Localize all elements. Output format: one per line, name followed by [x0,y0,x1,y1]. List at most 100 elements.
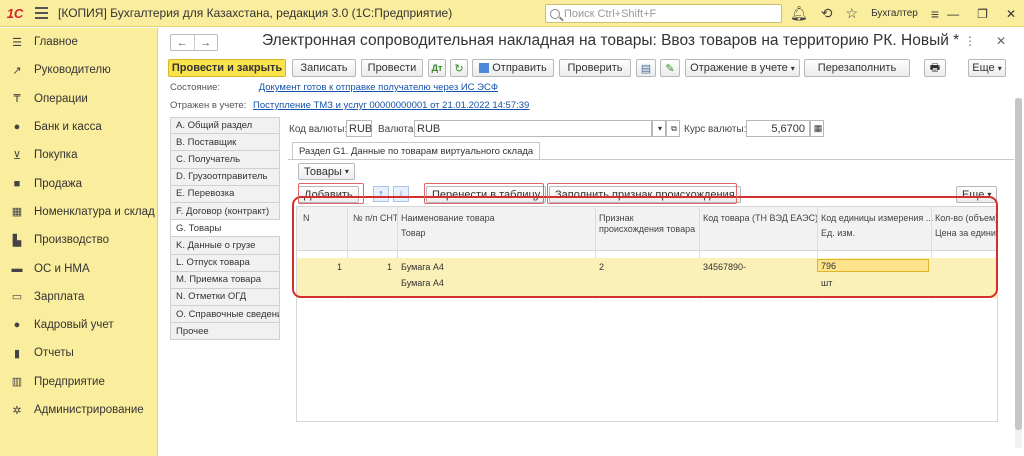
reflect-dropdown[interactable]: Отражение в учете ▾ [685,59,800,77]
sidebar-item-bank[interactable]: ● Банк и касса [0,113,157,141]
currency-field[interactable]: RUB [414,120,652,137]
sidebar-item-sales[interactable]: ■ Продажа [0,169,157,197]
sidebar-item-reports[interactable]: ▮ Отчеты [0,339,157,367]
search-input[interactable]: Поиск Ctrl+Shift+F [545,4,782,23]
section-item[interactable]: E. Перевозка [170,185,280,203]
back-arrow-icon[interactable]: ← [171,35,195,50]
section-item[interactable]: K. Данные о грузе [170,237,280,255]
save-button[interactable]: Записать [292,59,356,77]
goods-dropdown[interactable]: Товары ▾ [298,163,355,180]
chevron-down-icon: ▾ [997,63,1002,73]
sidebar-item-operations[interactable]: ₸ Операции [0,85,157,113]
goods-table: N № п/п СНТ Наименование товара Товар Пр… [296,206,998,422]
rate-label: Курс валюты: [684,124,747,135]
bag-icon: ■ [13,177,21,190]
cell-unit[interactable]: шт [821,278,832,288]
minimize-icon[interactable]: — [947,7,959,21]
header-goods: Товар [401,228,426,238]
open-icon[interactable]: ⧉ [666,120,680,137]
header-name: Наименование товара [401,213,495,223]
table-more-button[interactable]: Еще ▾ [956,186,998,203]
structure-icon[interactable]: ▤ [636,59,656,77]
section-item[interactable]: N. Отметки ОГД [170,288,280,307]
check-button[interactable]: Проверить [559,59,631,77]
section-item[interactable]: B. Поставщик [170,134,280,152]
settings-menu-icon[interactable]: ≡ [931,6,939,22]
section-item[interactable]: M. Приемка товара [170,271,280,289]
cell-origin[interactable]: 2 [599,262,604,272]
refill-button[interactable]: Перезаполнить [804,59,910,77]
section-item[interactable]: L. Отпуск товара [170,254,280,272]
section-item[interactable]: Прочее [170,323,280,341]
edit-pencil-icon[interactable]: ✎ [660,59,680,77]
table-header: N № п/п СНТ Наименование товара Товар Пр… [297,207,997,251]
post-button[interactable]: Провести [361,59,423,77]
tab-g1[interactable]: Раздел G1. Данные по товарам виртуальног… [292,142,541,160]
state-link[interactable]: Документ готов к отправке получателю чер… [259,82,498,93]
sidebar-item-production[interactable]: ▙ Производство [0,226,157,254]
bell-icon[interactable]: 🔔︎ [790,5,808,22]
sidebar-item-nomenclature[interactable]: ▦ Номенклатура и склад [0,198,157,226]
vertical-scrollbar[interactable] [1015,98,1022,448]
restore-icon[interactable]: ❐ [977,7,988,21]
main-menu-icon[interactable] [30,0,52,27]
operations-icon: ₸ [13,93,21,106]
cell-unit-code-selected[interactable]: 796 [817,259,929,272]
factory-icon: ▙ [12,234,22,247]
cell-name[interactable]: Бумага А4 [401,262,444,272]
user-name[interactable]: Бухгалтер [871,8,918,19]
sidebar-item-main[interactable]: ☰ Главное [0,28,157,56]
refresh-icon[interactable]: ↻ [450,59,468,77]
cell-goods[interactable]: Бумага А4 [401,278,444,288]
section-list: A. Общий раздел B. Поставщик C. Получате… [170,117,280,341]
move-up-icon[interactable]: ↑ [373,186,389,202]
section-item-active[interactable]: G. Товары [170,220,280,238]
fill-origin-button[interactable]: Заполнить признак происхождения [549,186,741,203]
sidebar-item-salary[interactable]: ▭ Зарплата [0,283,157,311]
section-item[interactable]: O. Справочные сведения [170,306,280,324]
report-icon[interactable]: Дт [428,59,446,77]
cell-tnved[interactable]: 34567890- [703,262,746,272]
header-unit: Ед. изм. [821,228,856,238]
header-tnved: Код товара (ТН ВЭД ЕАЭС) [703,213,819,223]
print-icon[interactable]: 🖶︎ [924,59,946,77]
close-icon[interactable]: ✕ [1006,7,1016,21]
form-toolbar: Провести и закрыть Записать Провести Дт … [168,59,1008,77]
gear-icon: ✲ [12,404,22,417]
more-button[interactable]: Еще ▾ [968,59,1006,77]
currency-code-field[interactable]: RUB [346,120,372,137]
calculator-icon[interactable]: ▦ [810,120,824,137]
section-item[interactable]: F. Договор (контракт) [170,202,280,221]
section-item[interactable]: C. Получатель [170,151,280,169]
sidebar-item-enterprise[interactable]: ▥ Предприятие [0,368,157,396]
add-button[interactable]: Добавить [298,186,359,203]
history-icon[interactable]: ⟲ [821,5,833,22]
post-and-close-button[interactable]: Провести и закрыть [168,59,286,77]
move-to-table-button[interactable]: Перенести в таблицу [426,186,547,203]
search-icon [550,8,560,19]
section-item[interactable]: A. Общий раздел [170,117,280,135]
page-title: Электронная сопроводительная накладная н… [262,32,960,49]
building-icon: ▥ [11,376,23,389]
forward-arrow-icon[interactable]: → [195,35,218,50]
truck-icon: ▬ [11,262,23,275]
coin-icon: ● [13,121,21,134]
rate-field[interactable]: 5,6700 [746,120,810,137]
sidebar-item-hr[interactable]: ● Кадровый учет [0,311,157,339]
move-down-icon[interactable]: ↓ [393,186,409,202]
scrollbar-thumb[interactable] [1015,98,1022,430]
header-pp: № п/п СНТ [353,213,399,223]
sidebar-item-director[interactable]: ↗ Руководителю [0,56,157,84]
more-vertical-icon[interactable]: ⋮ [964,34,976,48]
sidebar: ☰ Главное ↗ Руководителю ₸ Операции ● Банк и… [0,28,158,456]
reflect-link[interactable]: Поступление ТМЗ и услуг 00000000001 от 2… [253,100,529,111]
sidebar-item-admin[interactable]: ✲ Администрирование [0,396,157,424]
sidebar-item-purchase[interactable]: ⊻ Покупка [0,141,157,169]
close-form-icon[interactable]: ✕ [996,34,1006,48]
search-placeholder: Поиск Ctrl+Shift+F [564,7,657,20]
chevron-down-icon[interactable]: ▾ [652,120,666,137]
send-button[interactable]: Отправить [472,59,554,77]
sidebar-item-assets[interactable]: ▬ ОС и НМА [0,254,157,282]
star-icon[interactable]: ☆ [846,5,859,22]
section-item[interactable]: D. Грузоотправитель [170,168,280,186]
